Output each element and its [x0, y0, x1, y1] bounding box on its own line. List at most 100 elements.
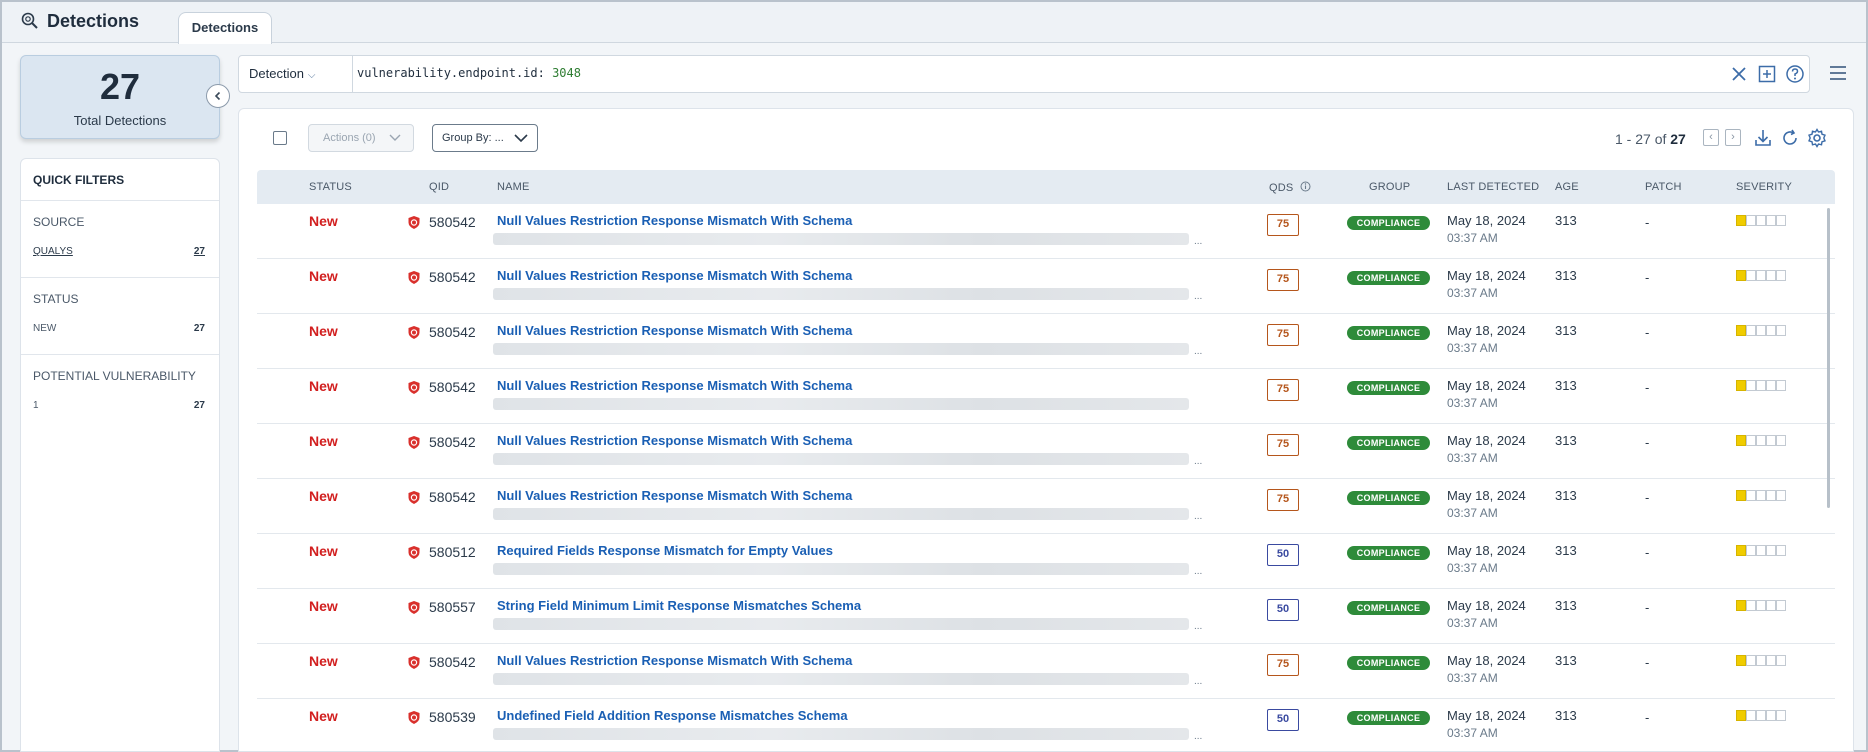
severity-box — [1756, 325, 1766, 336]
group-by-dropdown[interactable]: Group By: ... — [432, 124, 538, 152]
qid-cell[interactable]: 580512 — [429, 544, 476, 560]
detection-name-link[interactable]: Null Values Restriction Response Mismatc… — [497, 488, 852, 503]
help-icon[interactable] — [1785, 64, 1805, 84]
url-ellipsis: ... — [1194, 621, 1203, 632]
table-row[interactable]: New 580512 Required Fields Response Mismat… — [257, 534, 1835, 589]
table-row[interactable]: New 580557 String Field Minimum Limit Resp… — [257, 589, 1835, 644]
filter-item-qualys[interactable]: QUALYS 27 — [33, 246, 205, 257]
settings-gear-icon[interactable] — [1807, 128, 1827, 148]
age-cell: 313 — [1555, 653, 1577, 668]
age-cell: 313 — [1555, 488, 1577, 503]
column-header-status[interactable]: STATUS — [309, 181, 352, 193]
search-input[interactable]: vulnerability.endpoint.id: 3048 — [357, 66, 581, 80]
prev-page-button[interactable]: ‹ — [1703, 129, 1719, 146]
last-detected-time: 03:37 AM — [1447, 561, 1498, 575]
column-header-severity[interactable]: SEVERITY — [1736, 181, 1792, 193]
qid-cell[interactable]: 580542 — [429, 324, 476, 340]
group-badge: COMPLIANCE — [1347, 271, 1430, 285]
url-ellipsis: ... — [1194, 566, 1203, 577]
table-row[interactable]: New 580539 Undefined Field Addition Respon… — [257, 699, 1835, 752]
last-detected-time: 03:37 AM — [1447, 231, 1498, 245]
column-header-group[interactable]: GROUP — [1369, 181, 1410, 193]
detection-name-link[interactable]: Null Values Restriction Response Mismatc… — [497, 213, 852, 228]
table-row[interactable]: New 580542 Null Values Restriction Respons… — [257, 369, 1835, 424]
add-query-icon[interactable] — [1757, 64, 1777, 84]
qid-cell[interactable]: 580542 — [429, 489, 476, 505]
qid-cell[interactable]: 580557 — [429, 599, 476, 615]
column-header-last-detected[interactable]: LAST DETECTED — [1447, 181, 1539, 193]
severity-box — [1746, 435, 1756, 446]
qid-cell[interactable]: 580542 — [429, 434, 476, 450]
actions-button[interactable]: Actions (0) — [308, 124, 414, 152]
next-page-button[interactable]: › — [1725, 129, 1741, 146]
qds-badge: 50 — [1267, 709, 1299, 731]
url-ellipsis: ... — [1194, 236, 1203, 247]
collapse-panel-button[interactable] — [206, 84, 230, 108]
hamburger-menu-icon[interactable] — [1828, 64, 1848, 82]
detection-name-link[interactable]: Undefined Field Addition Response Mismat… — [497, 708, 848, 723]
select-all-checkbox[interactable] — [273, 131, 287, 145]
shield-icon — [407, 270, 421, 285]
detection-name-link[interactable]: Null Values Restriction Response Mismatc… — [497, 323, 852, 338]
table-row[interactable]: New 580542 Null Values Restriction Respons… — [257, 644, 1835, 699]
refresh-icon[interactable] — [1780, 128, 1800, 148]
severity-box — [1776, 545, 1786, 556]
detection-name-link[interactable]: String Field Minimum Limit Response Mism… — [497, 598, 861, 613]
qid-cell[interactable]: 580542 — [429, 379, 476, 395]
group-badge: COMPLIANCE — [1347, 436, 1430, 450]
group-badge: COMPLIANCE — [1347, 601, 1430, 615]
patch-cell: - — [1645, 655, 1650, 670]
severity-box — [1756, 655, 1766, 666]
detection-name-link[interactable]: Required Fields Response Mismatch for Em… — [497, 543, 833, 558]
redacted-url — [493, 563, 1189, 575]
filter-item-1[interactable]: 1 27 — [33, 400, 205, 411]
redacted-url — [493, 288, 1189, 300]
severity-box — [1756, 435, 1766, 446]
last-detected-time: 03:37 AM — [1447, 341, 1498, 355]
severity-box — [1746, 380, 1756, 391]
severity-box — [1756, 380, 1766, 391]
last-detected-date: May 18, 2024 — [1447, 543, 1526, 558]
filter-item-new[interactable]: NEW 27 — [33, 323, 205, 334]
table-row[interactable]: New 580542 Null Values Restriction Respons… — [257, 314, 1835, 369]
age-cell: 313 — [1555, 213, 1577, 228]
column-header-age[interactable]: AGE — [1555, 181, 1579, 193]
detection-name-link[interactable]: Null Values Restriction Response Mismatc… — [497, 378, 852, 393]
table-row[interactable]: New 580542 Null Values Restriction Respons… — [257, 204, 1835, 259]
column-header-qds[interactable]: QDS — [1269, 181, 1311, 194]
severity-meter — [1736, 655, 1794, 666]
detections-panel: Actions (0) Group By: ... 1 - 27 of 27 ‹… — [238, 108, 1854, 752]
column-header-qid[interactable]: QID — [429, 181, 449, 193]
filter-item-count: 27 — [193, 400, 205, 411]
clear-search-icon[interactable] — [1729, 64, 1749, 84]
redacted-url — [493, 673, 1189, 685]
redacted-url — [493, 508, 1189, 520]
tab-detections[interactable]: Detections — [178, 12, 272, 44]
detection-name-link[interactable]: Null Values Restriction Response Mismatc… — [497, 653, 852, 668]
qid-cell[interactable]: 580542 — [429, 269, 476, 285]
severity-meter — [1736, 490, 1794, 501]
severity-box — [1746, 490, 1756, 501]
qds-badge: 75 — [1267, 214, 1299, 236]
table-row[interactable]: New 580542 Null Values Restriction Respons… — [257, 479, 1835, 534]
table-row[interactable]: New 580542 Null Values Restriction Respons… — [257, 424, 1835, 479]
severity-box — [1736, 545, 1746, 556]
redacted-url — [493, 453, 1189, 465]
qid-cell[interactable]: 580539 — [429, 709, 476, 725]
severity-meter — [1736, 325, 1794, 336]
column-header-patch[interactable]: PATCH — [1645, 181, 1682, 193]
last-detected-date: May 18, 2024 — [1447, 488, 1526, 503]
table-row[interactable]: New 580542 Null Values Restriction Respons… — [257, 259, 1835, 314]
group-badge: COMPLIANCE — [1347, 656, 1430, 670]
detection-name-link[interactable]: Null Values Restriction Response Mismatc… — [497, 268, 852, 283]
qid-cell[interactable]: 580542 — [429, 214, 476, 230]
info-icon[interactable] — [1300, 181, 1311, 192]
detection-name-link[interactable]: Null Values Restriction Response Mismatc… — [497, 433, 852, 448]
download-icon[interactable] — [1753, 128, 1773, 148]
patch-cell: - — [1645, 490, 1650, 505]
search-type-dropdown[interactable]: Detection ⌵ — [239, 56, 353, 92]
column-header-name[interactable]: NAME — [497, 181, 530, 193]
total-detections-card: 27 Total Detections — [20, 55, 220, 139]
qid-cell[interactable]: 580542 — [429, 654, 476, 670]
vertical-scrollbar[interactable] — [1827, 208, 1830, 508]
